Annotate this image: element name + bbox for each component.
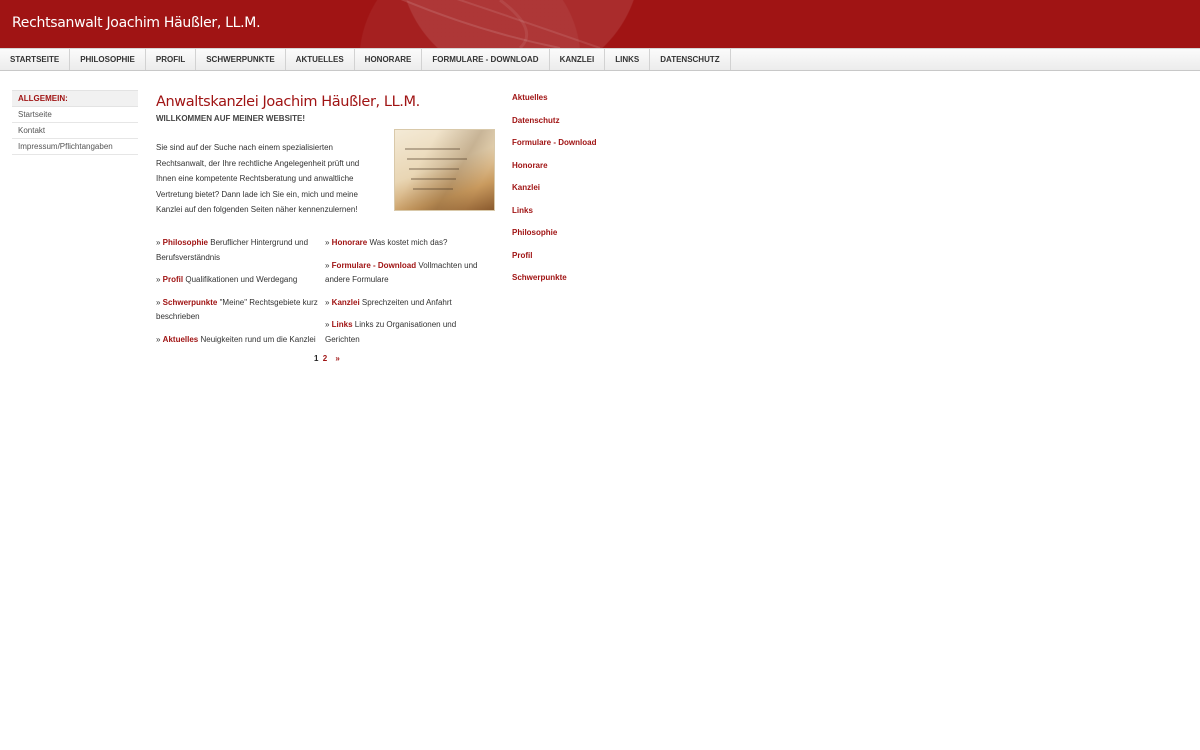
- nav-item-kanzlei[interactable]: KANZLEI: [550, 49, 606, 70]
- main-content: Anwaltskanzlei Joachim Häußler, LL.M. WI…: [156, 94, 496, 363]
- site-header: Rechtsanwalt Joachim Häußler, LL.M.: [0, 0, 1200, 48]
- section-link-entry: » Profil Qualifikationen und Werdegang: [156, 275, 298, 284]
- pagination-page-2[interactable]: 2: [323, 354, 327, 363]
- link-description: Neuigkeiten rund um die Kanzlei: [198, 334, 316, 344]
- nav-item-formulare-download[interactable]: FORMULARE - DOWNLOAD: [422, 49, 550, 70]
- link-kanzlei[interactable]: Kanzlei: [332, 298, 360, 307]
- link-description: Qualifikationen und Werdegang: [183, 275, 298, 284]
- nav-item-schwerpunkte[interactable]: SCHWERPUNKTE: [196, 49, 286, 70]
- right-link-kanzlei[interactable]: Kanzlei: [512, 183, 652, 206]
- right-link-aktuelles[interactable]: Aktuelles: [512, 93, 652, 116]
- right-sidebar: Aktuelles Datenschutz Formulare - Downlo…: [512, 93, 652, 296]
- book-photo: [394, 129, 495, 211]
- nav-item-philosophie[interactable]: PHILOSOPHIE: [70, 49, 146, 70]
- section-link-entry: » Philosophie Beruflicher Hintergrund un…: [156, 238, 309, 262]
- right-link-profil[interactable]: Profil: [512, 251, 652, 274]
- nav-item-datenschutz[interactable]: DATENSCHUTZ: [650, 49, 731, 70]
- link-philosophie[interactable]: Philosophie: [163, 238, 208, 247]
- link-honorare[interactable]: Honorare: [332, 238, 368, 247]
- section-link-entry: » Honorare Was kostet mich das?: [325, 238, 448, 247]
- sidebar-item-startseite[interactable]: Startseite: [12, 107, 138, 123]
- nav-item-honorare[interactable]: HONORARE: [355, 49, 423, 70]
- nav-item-links[interactable]: LINKS: [605, 49, 651, 70]
- nav-item-profil[interactable]: PROFIL: [146, 49, 197, 70]
- pagination-current-page: 1: [314, 354, 319, 363]
- nav-item-aktuelles[interactable]: AKTUELLES: [286, 49, 355, 70]
- section-link-entry: » Kanzlei Sprechzeiten und Anfahrt: [325, 297, 452, 307]
- intro-text: Sie sind auf der Suche nach einem spezia…: [156, 143, 360, 214]
- nav-item-startseite[interactable]: STARTSEITE: [0, 49, 71, 70]
- section-link-entry: » Formulare - Download Vollmachten und a…: [325, 260, 478, 285]
- pagination: 1 2 »: [314, 354, 340, 363]
- link-links[interactable]: Links: [332, 320, 353, 329]
- sidebar-item-kontakt[interactable]: Kontakt: [12, 123, 138, 139]
- page-title: Anwaltskanzlei Joachim Häußler, LL.M.: [156, 94, 420, 110]
- sidebar-heading: ALLGEMEIN:: [12, 90, 138, 107]
- right-link-schwerpunkte[interactable]: Schwerpunkte: [512, 273, 652, 296]
- section-links-right: » Honorare Was kostet mich das? » Formul…: [325, 236, 490, 355]
- link-schwerpunkte[interactable]: Schwerpunkte: [163, 298, 218, 307]
- page-subtitle: WILLKOMMEN AUF MEINER WEBSITE!: [156, 114, 306, 123]
- link-description: Was kostet mich das?: [367, 238, 448, 247]
- section-link-entry: » Links Links zu Organisationen und Geri…: [325, 320, 457, 344]
- link-formulare-download[interactable]: Formulare - Download: [332, 261, 416, 270]
- right-link-links[interactable]: Links: [512, 206, 652, 229]
- right-link-datenschutz[interactable]: Datenschutz: [512, 116, 652, 139]
- left-sidebar: ALLGEMEIN: Startseite Kontakt Impressum/…: [12, 90, 138, 155]
- top-navigation: STARTSEITE PHILOSOPHIE PROFIL SCHWERPUNK…: [0, 48, 1200, 71]
- right-link-formulare-download[interactable]: Formulare - Download: [512, 138, 652, 161]
- sidebar-item-impressum[interactable]: Impressum/Pflichtangaben: [12, 139, 138, 155]
- right-link-philosophie[interactable]: Philosophie: [512, 228, 652, 251]
- site-title[interactable]: Rechtsanwalt Joachim Häußler, LL.M.: [12, 15, 261, 31]
- link-aktuelles[interactable]: Aktuelles: [163, 335, 199, 344]
- right-link-honorare[interactable]: Honorare: [512, 161, 652, 184]
- section-links-left: » Philosophie Beruflicher Hintergrund un…: [156, 236, 321, 355]
- section-link-entry: » Schwerpunkte "Meine" Rechtsgebiete kur…: [156, 297, 318, 322]
- link-description: Sprechzeiten und Anfahrt: [359, 297, 452, 307]
- link-profil[interactable]: Profil: [163, 275, 183, 284]
- section-link-entry: » Aktuelles Neuigkeiten rund um die Kanz…: [156, 334, 316, 344]
- pagination-next[interactable]: »: [335, 354, 339, 363]
